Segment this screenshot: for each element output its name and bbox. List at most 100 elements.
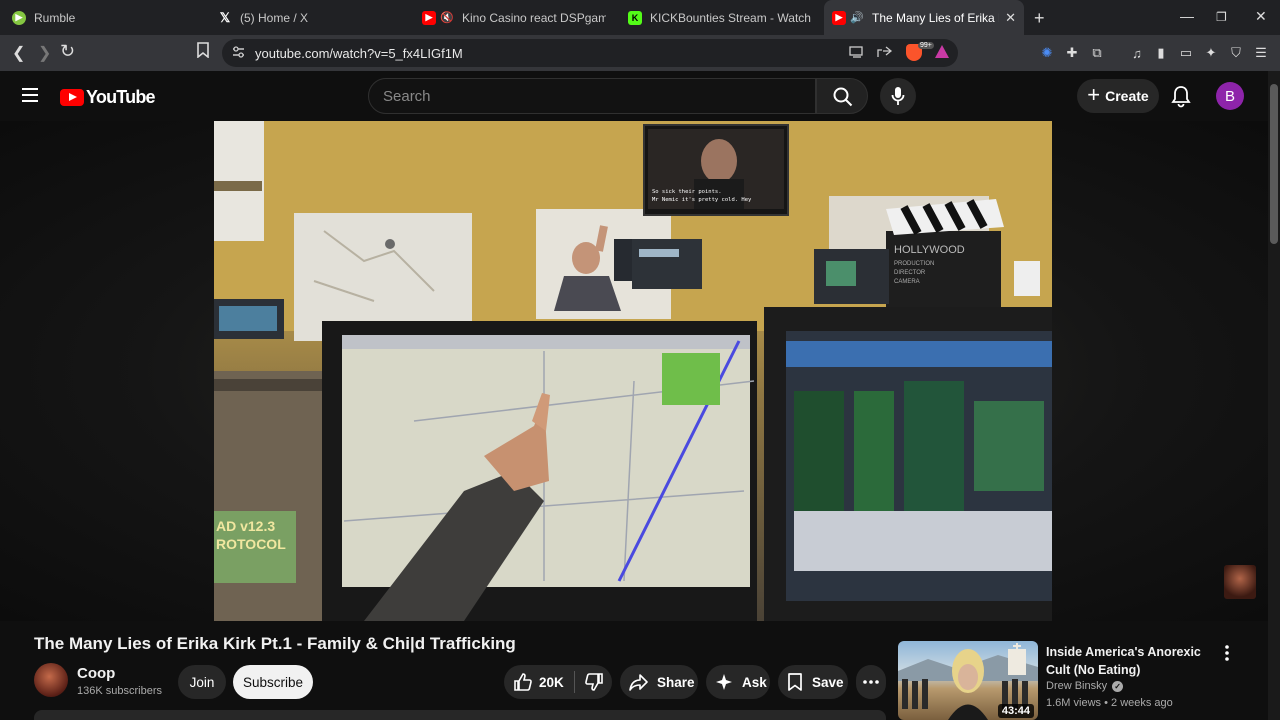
ask-label: Ask (742, 674, 767, 690)
video-frame: So sick their points. Mr Nemic it's pret… (214, 121, 1052, 621)
poster-line-2: ROTOCOL (216, 536, 286, 552)
channel-avatar[interactable] (34, 663, 68, 697)
media-control-icon[interactable]: ♫ (1129, 45, 1145, 61)
share-icon (629, 674, 648, 691)
recommended-video-title[interactable]: Inside America's Anorexic Cult (No Eatin… (1046, 643, 1216, 679)
close-window-button[interactable]: ✕ (1255, 8, 1267, 25)
channel-name[interactable]: Coop (77, 665, 115, 682)
notifications-bell-icon[interactable] (1168, 83, 1194, 109)
more-horizontal-icon (863, 680, 879, 684)
wallet-icon[interactable]: ▭ (1178, 45, 1194, 61)
url-text: youtube.com/watch?v=5_fx4LIGf1M (255, 46, 463, 61)
thumbs-down-icon (585, 673, 603, 691)
share-page-icon[interactable] (877, 45, 893, 64)
site-settings-icon[interactable] (232, 46, 245, 64)
create-label: Create (1105, 88, 1149, 104)
bookmark-save-icon (788, 673, 802, 691)
leo-ai-icon[interactable]: ✦ (1203, 45, 1219, 61)
back-button[interactable]: ❮ (12, 43, 25, 63)
ask-button[interactable]: Ask (706, 665, 770, 699)
brave-badge: 99+ (918, 42, 934, 49)
description-box[interactable] (34, 710, 886, 720)
tab-many-lies-active[interactable]: ▶ 🔊 The Many Lies of Erika Kirk Pt ✕ (824, 0, 1024, 35)
thumbs-up-icon (514, 673, 532, 691)
clapperboard-line-3: DIRECTOR (894, 270, 926, 276)
video-title: The Many Lies of Erika Kirk Pt.1 - Famil… (34, 634, 516, 653)
recommended-age: 2 weeks ago (1111, 697, 1173, 709)
recommendation-menu-icon[interactable] (1222, 644, 1232, 662)
recommended-channel[interactable]: Drew Binsky ✓ (1046, 680, 1124, 692)
tab-kino-casino[interactable]: ▶ 🔇 Kino Casino react DSPgamings W (414, 0, 614, 35)
tv-caption-line-2: Mr Nemic it's pretty cold. Hey (652, 197, 752, 203)
subscriber-count: 136K subscribers (77, 685, 162, 697)
microphone-icon (891, 87, 905, 105)
youtube-icon: ▶ (832, 10, 846, 25)
recommended-video-meta: 1.6M views • 2 weeks ago (1046, 697, 1173, 709)
clapperboard-line-4: CAMERA (894, 279, 920, 285)
recommended-views: 1.6M views (1046, 697, 1102, 709)
search-button[interactable] (816, 78, 868, 114)
verified-icon: ✓ (1112, 680, 1124, 692)
search-input[interactable] (383, 88, 783, 105)
youtube-wordmark: YouTube (86, 87, 156, 107)
like-count: 20K (539, 674, 564, 690)
maximize-button[interactable]: ❐ (1216, 10, 1227, 24)
like-button[interactable]: 20K (504, 665, 574, 699)
tab-kick-bounties[interactable]: K KICKBounties Stream - Watch Live on (620, 0, 820, 35)
poster-line-1: AD v12.3 (216, 518, 275, 534)
sparkle-icon (716, 674, 732, 690)
audio-playing-icon[interactable]: 🔊 (850, 11, 864, 25)
tab-label: (5) Home / X (240, 10, 309, 25)
share-button[interactable]: Share (620, 665, 698, 699)
sidebar-toggle-icon[interactable]: ▮ (1153, 45, 1169, 61)
recommended-video-thumbnail[interactable]: 43:44 (898, 641, 1038, 720)
share-label: Share (657, 674, 695, 690)
voice-search-button[interactable] (880, 78, 916, 114)
tab-label: Rumble (34, 10, 76, 25)
clapperboard-title: HOLLYWOOD (894, 244, 965, 256)
more-actions-button[interactable] (856, 665, 886, 699)
address-bar[interactable]: youtube.com/watch?v=5_fx4LIGf1M 99+ (222, 39, 958, 67)
clapperboard-line-2: PRODUCTION (894, 261, 934, 267)
plus-icon: + (1087, 82, 1101, 107)
video-player[interactable]: So sick their points. Mr Nemic it's pret… (214, 121, 1052, 621)
tab-label: KICKBounties Stream - Watch Live on (650, 10, 812, 25)
rumble-icon: ▶ (12, 10, 26, 25)
join-button[interactable]: Join (178, 665, 226, 699)
recommended-channel-name: Drew Binsky (1046, 680, 1108, 692)
browser-tab-strip: ▶ Rumble 𝕏 (5) Home / X ▶ 🔇 Kino Casino … (0, 0, 1280, 35)
youtube-icon: ▶ (422, 10, 436, 25)
extensions-icon[interactable]: ✚ (1064, 45, 1080, 61)
subscribe-button[interactable]: Subscribe (233, 665, 313, 699)
save-label: Save (812, 674, 844, 690)
bookmark-icon[interactable] (196, 42, 210, 63)
cast-icon[interactable] (849, 45, 865, 64)
close-tab-icon[interactable]: ✕ (999, 10, 1016, 26)
page-scrollbar-thumb[interactable] (1270, 84, 1278, 244)
vpn-extension-icon[interactable]: ✺ (1039, 45, 1055, 61)
search-icon (833, 87, 853, 107)
vpn-shield-icon[interactable]: ⛉ (1228, 45, 1244, 61)
tab-label: The Many Lies of Erika Kirk Pt (872, 10, 999, 25)
muted-icon[interactable]: 🔇 (440, 11, 454, 25)
dislike-button[interactable] (575, 665, 611, 699)
mini-overlay-avatar[interactable] (1224, 565, 1256, 599)
search-box[interactable] (368, 78, 816, 114)
browser-menu-icon[interactable]: ☰ (1253, 45, 1269, 61)
create-button[interactable]: + Create (1077, 79, 1159, 113)
screenshot-extension-icon[interactable]: ⧉ (1089, 45, 1105, 61)
youtube-logo[interactable]: YouTube (60, 87, 156, 108)
tv-caption-line-1: So sick their points. (652, 189, 722, 195)
minimize-button[interactable]: — (1180, 8, 1194, 24)
tab-x-home[interactable]: 𝕏 (5) Home / X (210, 0, 410, 35)
brave-rewards-icon[interactable] (935, 45, 949, 58)
forward-button[interactable]: ❯ (38, 43, 51, 63)
account-avatar[interactable]: B (1216, 82, 1244, 110)
save-button[interactable]: Save (778, 665, 848, 699)
reload-button[interactable]: ↻ (60, 41, 75, 62)
new-tab-button[interactable]: + (1034, 8, 1045, 29)
meta-separator: • (1104, 697, 1112, 709)
guide-menu-icon[interactable] (22, 88, 38, 102)
tab-rumble[interactable]: ▶ Rumble (4, 0, 204, 35)
tab-label: Kino Casino react DSPgamings W (462, 10, 606, 25)
